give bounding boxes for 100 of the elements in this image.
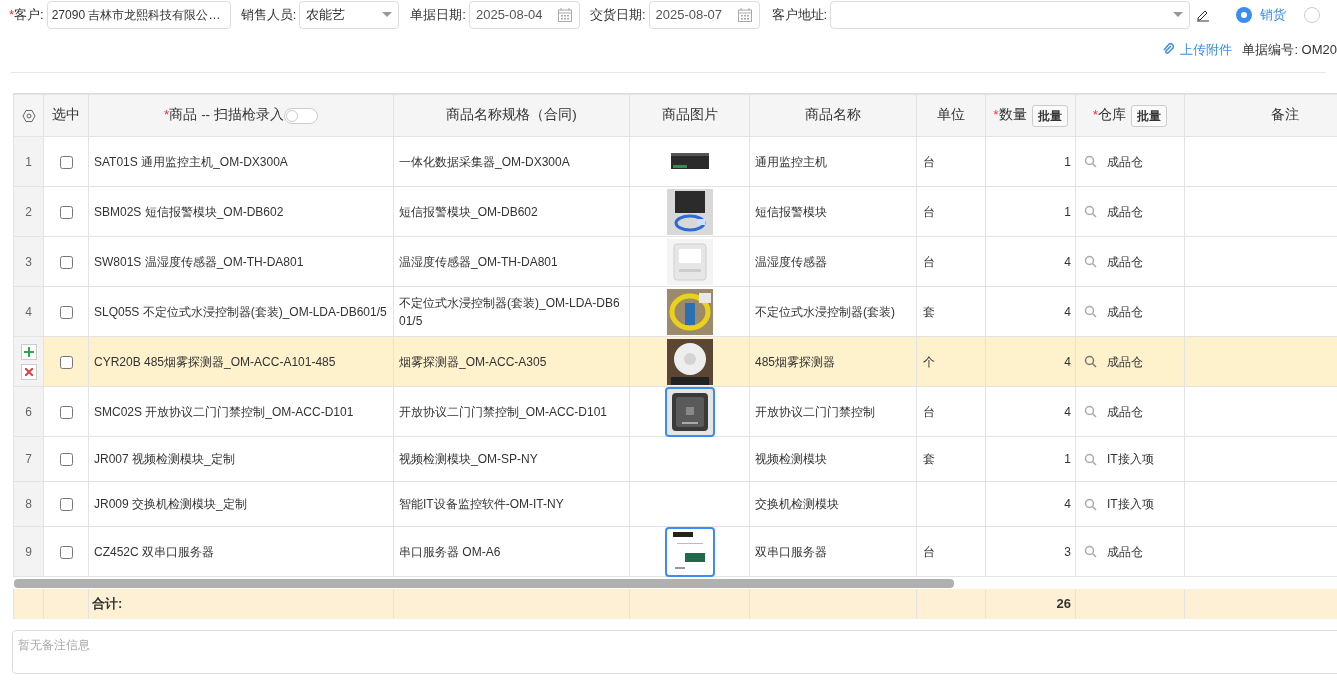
search-icon[interactable] bbox=[1084, 497, 1097, 511]
radio-label[interactable]: 销货 bbox=[1260, 5, 1287, 25]
row-checkbox[interactable] bbox=[59, 545, 73, 559]
customer-field[interactable]: 27090 吉林市龙熙科技有限公… bbox=[46, 1, 231, 29]
row-checkbox[interactable] bbox=[59, 155, 73, 169]
field-label: 客户地址: bbox=[771, 6, 828, 25]
table-cell: JR007 视频检测模块_定制 bbox=[94, 452, 235, 466]
table-cell: 通用监控主机 bbox=[755, 154, 827, 169]
field-label: 交货日期: bbox=[589, 6, 646, 25]
table-row[interactable]: 2 SBM02S 短信报警模块_OM-DB602 短信报警模块_OM-DB602 短信报警模块 台 1 成品仓 bbox=[13, 186, 1337, 237]
column-header: 备注 bbox=[1270, 106, 1299, 125]
table-cell: 485烟雾探测器 bbox=[755, 354, 836, 369]
table-cell: 个 bbox=[923, 354, 935, 369]
field-label: 单据日期: bbox=[410, 6, 466, 25]
table-cell: 4 bbox=[1064, 254, 1071, 269]
row-checkbox[interactable] bbox=[59, 305, 73, 319]
table-cell: 4 bbox=[1064, 404, 1071, 419]
table-cell: 温湿度传感器 bbox=[755, 254, 827, 269]
table-cell: CZ452C 双串口服务器 bbox=[94, 544, 215, 559]
edit-icon[interactable] bbox=[1196, 8, 1211, 22]
table-row[interactable]: 6 SMC02S 开放协议二门门禁控制_OM-ACC-D101 开放协议二门门禁控制_OM-ACC-D101 开放协议二门门禁控制 台 4 成品仓 bbox=[13, 386, 1337, 437]
table-row[interactable]: 9 CZ452C 双串口服务器 串口服务器 OM-A6 双串口服务器 台 3 成品仓 bbox=[13, 526, 1337, 577]
plus-icon bbox=[23, 346, 34, 357]
delete-row-button[interactable] bbox=[20, 363, 37, 380]
table-cell: SW801S 温湿度传感器_OM-TH-DA801 bbox=[94, 254, 304, 269]
table-cell-text: 成品仓 bbox=[1107, 253, 1143, 271]
table-row[interactable]: CYR20B 485烟雾探测器_OM-ACC-A101-485 烟雾探测器_OM-ACC-A305 485烟雾探测器 个 4 成品仓 bbox=[13, 336, 1337, 387]
table-cell: JR009 交换机检测模块_定制 bbox=[94, 497, 247, 511]
table-cell: SAT01S 通用监控主机_OM-DX300A bbox=[94, 154, 288, 169]
row-number: 1 bbox=[25, 154, 32, 169]
total-quantity: 26 bbox=[1056, 596, 1071, 612]
search-icon[interactable] bbox=[1084, 155, 1097, 168]
table-cell-text: 成品仓 bbox=[1107, 203, 1143, 221]
date-field[interactable]: 2025-08-07 bbox=[648, 1, 760, 29]
table-row[interactable]: 7 JR007 视频检测模块_定制 视频检测模块_OM-SP-NY 视频检测模块 套 1 IT接入项 bbox=[13, 436, 1337, 482]
row-checkbox[interactable] bbox=[59, 355, 73, 369]
calendar-icon[interactable] bbox=[736, 7, 753, 23]
date-field[interactable]: 2025-08-04 bbox=[468, 1, 580, 29]
table-row[interactable]: 3 SW801S 温湿度传感器_OM-TH-DA801 温湿度传感器_OM-TH-DA801 温湿度传感器 台 4 成品仓 bbox=[13, 236, 1337, 287]
calendar-icon[interactable] bbox=[556, 7, 573, 23]
radio-button[interactable] bbox=[1304, 7, 1321, 23]
table-cell: 4 bbox=[1064, 304, 1071, 319]
radio-button[interactable] bbox=[1236, 7, 1253, 23]
table-row[interactable]: 1 SAT01S 通用监控主机_OM-DX300A 一体化数据采集器_OM-DX300A 通用监控主机 台 1 成品仓 bbox=[13, 136, 1337, 187]
row-checkbox[interactable] bbox=[59, 205, 73, 219]
table-row[interactable]: 8 JR009 交换机检测模块_定制 智能IT设备监控软件-OM-IT-NY 交换机检测模块 4 IT接入项 bbox=[13, 481, 1337, 527]
table-cell: 温湿度传感器_OM-TH-DA801 bbox=[399, 254, 558, 269]
batch-button[interactable]: 批量 bbox=[1031, 104, 1068, 127]
field-label: 客户: bbox=[14, 6, 44, 25]
table-cell: 台 bbox=[923, 154, 935, 169]
search-icon[interactable] bbox=[1084, 405, 1097, 418]
search-icon[interactable] bbox=[1084, 355, 1097, 368]
table-cell: CYR20B 485烟雾探测器_OM-ACC-A101-485 bbox=[94, 354, 336, 369]
table-cell: 台 bbox=[923, 544, 935, 559]
order-number: 单据编号: OM20 bbox=[1242, 41, 1337, 60]
scrollbar[interactable] bbox=[14, 578, 954, 588]
table-cell: 开放协议二门门禁控制_OM-ACC-D101 bbox=[399, 404, 608, 419]
table-cell-text: 成品仓 bbox=[1107, 303, 1143, 321]
table-cell-text: IT接入项 bbox=[1107, 451, 1154, 468]
required-mark: * bbox=[993, 106, 999, 125]
table-cell: 开放协议二门门禁控制 bbox=[755, 404, 875, 419]
table-cell: 4 bbox=[1064, 497, 1071, 511]
table-cell: 智能IT设备监控软件-OM-IT-NY bbox=[399, 497, 564, 511]
upload-link[interactable]: 上传附件 bbox=[1162, 40, 1233, 60]
search-icon[interactable] bbox=[1084, 545, 1097, 558]
column-header: 数量 bbox=[998, 106, 1027, 125]
row-checkbox[interactable] bbox=[59, 255, 73, 269]
field-label: 销售人员: bbox=[240, 6, 297, 25]
table-row[interactable]: 4 SLQ05S 不定位式水浸控制器(套装)_OM-LDA-DB601/5 不定位式水浸控制器(套装)_OM-LDA-DB601/5 不定位式水浸控制器(套装) 套 4 成品仓 bbox=[13, 286, 1337, 337]
table-cell: 交换机检测模块 bbox=[755, 497, 839, 511]
table-cell: 视频检测模块_OM-SP-NY bbox=[399, 452, 538, 466]
table-cell: 1 bbox=[1064, 452, 1071, 466]
add-row-button[interactable] bbox=[20, 343, 37, 360]
column-header: 选中 bbox=[52, 106, 80, 125]
table-cell: 3 bbox=[1064, 544, 1071, 559]
caret-icon bbox=[1173, 12, 1184, 18]
scanner-toggle[interactable] bbox=[283, 107, 318, 124]
table-cell: 短信报警模块 bbox=[755, 204, 827, 219]
row-number: 2 bbox=[25, 204, 32, 219]
column-header: 商品名称 bbox=[805, 106, 861, 125]
column-header: 商品图片 bbox=[661, 106, 718, 125]
salesperson-select[interactable]: 农能艺 bbox=[299, 1, 400, 29]
settings-icon[interactable] bbox=[21, 108, 36, 123]
table-cell: 串口服务器 OM-A6 bbox=[399, 544, 501, 559]
batch-button[interactable]: 批量 bbox=[1131, 104, 1168, 127]
row-checkbox[interactable] bbox=[59, 498, 73, 512]
table-cell: 烟雾探测器_OM-ACC-A305 bbox=[399, 354, 547, 369]
search-icon[interactable] bbox=[1084, 205, 1097, 218]
table-cell: 套 bbox=[923, 452, 935, 466]
required-mark: * bbox=[9, 6, 15, 25]
search-icon[interactable] bbox=[1084, 305, 1097, 318]
search-icon[interactable] bbox=[1084, 255, 1097, 268]
search-icon[interactable] bbox=[1084, 452, 1097, 466]
table-cell: 套 bbox=[923, 304, 935, 319]
required-mark: * bbox=[1092, 106, 1099, 125]
remarks-field[interactable]: 暂无备注信息 bbox=[12, 630, 1337, 674]
row-checkbox[interactable] bbox=[59, 405, 73, 419]
row-checkbox[interactable] bbox=[59, 453, 73, 467]
table-cell-text: 成品仓 bbox=[1107, 543, 1143, 561]
table-cell-text: 成品仓 bbox=[1107, 353, 1143, 371]
